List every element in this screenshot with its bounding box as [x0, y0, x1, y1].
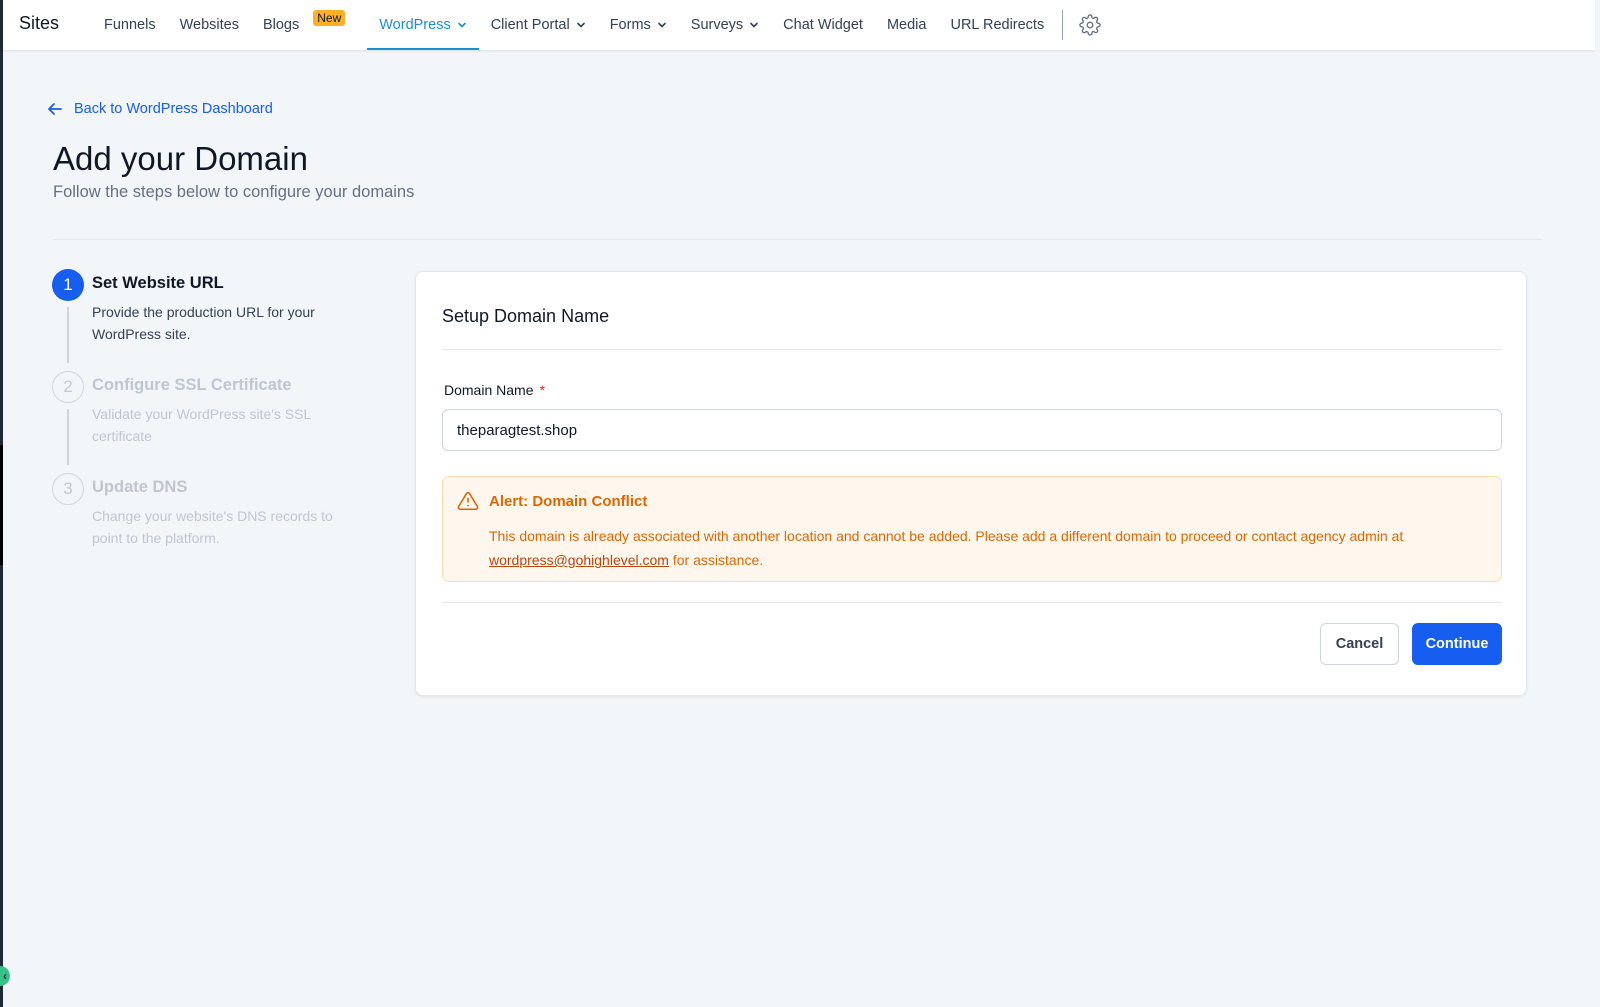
alert-message: This domain is already associated with a… [489, 524, 1429, 572]
alert-text: for assistance. [668, 552, 764, 568]
domain-name-label: Domain Name * [444, 382, 545, 398]
chevron-down-icon [657, 22, 666, 28]
nav-item-websites[interactable]: Websites [168, 0, 251, 50]
warning-icon [457, 491, 479, 511]
step-title: Update DNS [92, 478, 188, 496]
nav-label: WordPress [379, 17, 451, 33]
cancel-button[interactable]: Cancel [1320, 623, 1399, 665]
nav-item-blogs[interactable]: Blogs New [251, 0, 346, 50]
domain-name-input[interactable] [442, 409, 1502, 451]
page-subtitle: Follow the steps below to configure your… [53, 183, 415, 201]
step-description: Validate your WordPress site's SSL certi… [92, 406, 311, 444]
nav-item-forms[interactable]: Forms [598, 0, 679, 50]
alert-text: This domain is already associated with a… [489, 528, 1404, 544]
step-title: Configure SSL Certificate [92, 376, 292, 394]
step-update-dns: 3 Update DNS Change your website's DNS r… [52, 473, 372, 575]
field-label-text: Domain Name [444, 382, 534, 398]
nav-label: Client Portal [490, 17, 570, 33]
gear-icon[interactable] [1079, 0, 1101, 50]
collapse-handle-icon[interactable]: ‹ [0, 966, 10, 986]
step-description: Change your website's DNS records to poi… [92, 508, 333, 546]
nav-label: Funnels [104, 17, 156, 33]
nav-label: Forms [609, 17, 651, 33]
step-description: Provide the production URL for your Word… [92, 304, 315, 342]
nav-item-client-portal[interactable]: Client Portal [479, 0, 598, 50]
setup-domain-card: Setup Domain Name Domain Name * Alert: Do… [415, 271, 1527, 696]
nav-label: Surveys [690, 17, 744, 33]
header-divider [53, 239, 1543, 240]
back-link-label: Back to WordPress Dashboard [74, 101, 273, 117]
alert-title: Alert: Domain Conflict [489, 493, 648, 510]
new-badge: New [313, 10, 346, 26]
nav-divider [1062, 10, 1064, 40]
card-footer-divider [442, 602, 1502, 603]
step-set-website-url: 1 Set Website URL Provide the production… [52, 269, 372, 371]
window-edge-accent [0, 445, 3, 565]
step-configure-ssl: 2 Configure SSL Certificate Validate you… [52, 371, 372, 473]
arrow-left-icon [48, 103, 62, 115]
nav-item-funnels[interactable]: Funnels [92, 0, 168, 50]
nav-label: Websites [179, 17, 239, 33]
step-title: Set Website URL [92, 274, 224, 292]
nav-item-wordpress[interactable]: WordPress [367, 0, 480, 50]
chevron-down-icon [750, 22, 758, 28]
card-divider [442, 349, 1502, 350]
required-marker: * [539, 382, 545, 398]
top-navigation: Sites Funnels Websites Blogs New WordPre… [3, 0, 1595, 51]
back-to-dashboard-link[interactable]: Back to WordPress Dashboard [46, 100, 273, 118]
domain-conflict-alert: Alert: Domain Conflict This domain is al… [442, 476, 1502, 582]
step-number: 3 [52, 473, 84, 505]
nav-label: Blogs [262, 17, 300, 33]
chevron-down-icon [457, 22, 466, 28]
nav-item-url-redirects[interactable]: URL Redirects [938, 0, 1056, 50]
nav-item-chat-widget[interactable]: Chat Widget [771, 0, 875, 50]
nav-item-media[interactable]: Media [875, 0, 939, 50]
nav-label: Chat Widget [783, 17, 863, 33]
support-email-link[interactable]: wordpress@gohighlevel.com [489, 552, 669, 568]
card-title: Setup Domain Name [442, 306, 610, 326]
step-connector [67, 307, 69, 363]
step-number: 1 [52, 269, 84, 301]
step-connector [67, 409, 69, 465]
setup-stepper: 1 Set Website URL Provide the production… [52, 269, 372, 575]
nav-item-surveys[interactable]: Surveys [679, 0, 771, 50]
continue-button[interactable]: Continue [1412, 623, 1502, 665]
page-title: Add your Domain [53, 140, 308, 177]
step-number: 2 [52, 371, 84, 403]
brand-title: Sites [19, 12, 60, 33]
nav-label: Media [886, 17, 927, 33]
chevron-down-icon [576, 22, 585, 28]
nav-label: URL Redirects [950, 17, 1045, 33]
